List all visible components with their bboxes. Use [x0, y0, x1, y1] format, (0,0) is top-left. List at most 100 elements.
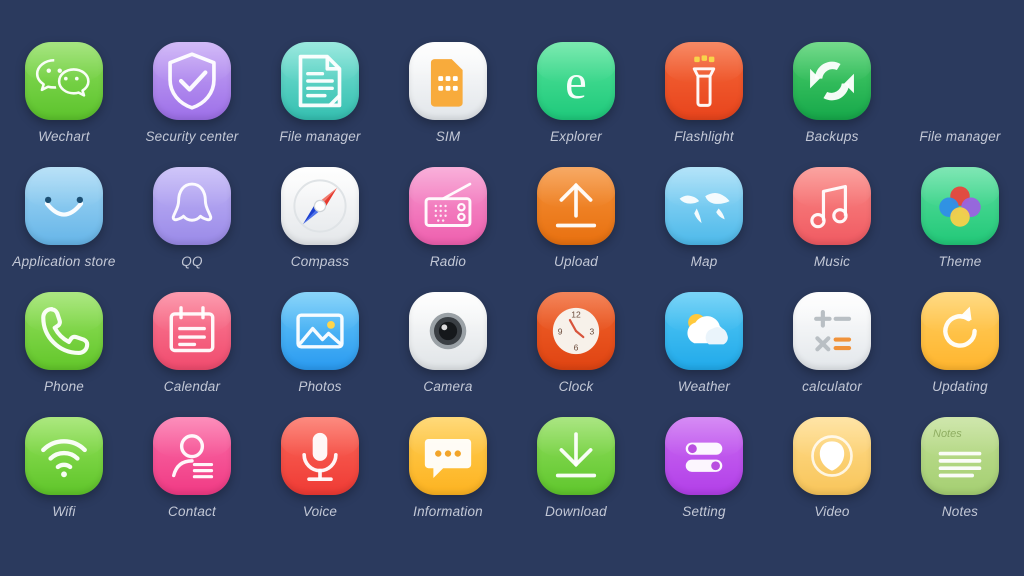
app-icon-wechat-icon[interactable]: [25, 42, 103, 120]
app-tile-video[interactable]: Video: [768, 417, 896, 542]
app-label: Notes: [941, 504, 979, 519]
app-icon-analog-clock-icon[interactable]: 12 3 6 9: [537, 292, 615, 370]
app-tile-music[interactable]: Music: [768, 167, 896, 292]
app-label: Phone: [43, 379, 85, 394]
radio-icon: [409, 167, 487, 245]
analog-clock-icon: 12 3 6 9: [537, 292, 615, 370]
app-label: Compass: [290, 254, 350, 269]
app-label: Map: [690, 254, 718, 269]
app-tile-information[interactable]: Information: [384, 417, 512, 542]
wifi-icon: [25, 417, 103, 495]
app-tile-updating[interactable]: Updating: [896, 292, 1024, 417]
app-label: Setting: [682, 504, 726, 519]
app-label: Video: [814, 504, 850, 519]
app-tile-theme[interactable]: Theme: [896, 167, 1024, 292]
app-icon-shopping-bag-icon[interactable]: [25, 167, 103, 245]
app-label: Music: [813, 254, 851, 269]
svg-text:6: 6: [574, 343, 579, 353]
app-icon-compass-needle-icon[interactable]: [281, 167, 359, 245]
color-circles-icon: [921, 167, 999, 245]
home-screen: Wechart Security center File manager SIM…: [0, 0, 1024, 576]
app-icon-download-arrow-icon[interactable]: [537, 417, 615, 495]
camera-lens-icon: [409, 292, 487, 370]
app-icon-shield-check-icon[interactable]: [153, 42, 231, 120]
app-tile-sim[interactable]: SIM: [384, 42, 512, 167]
app-tile-upload[interactable]: Upload: [512, 167, 640, 292]
app-icon-wifi-icon[interactable]: [25, 417, 103, 495]
app-icon-photo-image-icon[interactable]: [281, 292, 359, 370]
svg-text:3: 3: [589, 327, 594, 337]
app-icon-toggles-icon[interactable]: [665, 417, 743, 495]
app-tile-application-store[interactable]: Application store: [0, 167, 128, 292]
app-label: QQ: [181, 254, 203, 269]
app-icon-radio-icon[interactable]: [409, 167, 487, 245]
app-icon-flashlight-icon[interactable]: [665, 42, 743, 120]
app-icon-contact-person-icon[interactable]: [153, 417, 231, 495]
app-tile-radio[interactable]: Radio: [384, 167, 512, 292]
app-label: Security center: [145, 129, 239, 144]
app-tile-notes[interactable]: Notes Notes: [896, 417, 1024, 542]
app-tile-flashlight[interactable]: Flashlight: [640, 42, 768, 167]
sun-cloud-icon: [665, 292, 743, 370]
app-icon-camera-lens-icon[interactable]: [409, 292, 487, 370]
app-icon-edge-e-icon[interactable]: e: [537, 42, 615, 120]
app-label: Updating: [932, 379, 988, 394]
app-tile-calendar[interactable]: Calendar: [128, 292, 256, 417]
app-icon-microphone-icon[interactable]: [281, 417, 359, 495]
app-icon-calendar-icon[interactable]: [153, 292, 231, 370]
app-tile-map[interactable]: Map: [640, 167, 768, 292]
app-icon-phone-handset-icon[interactable]: [25, 292, 103, 370]
refresh-arrow-icon: [921, 292, 999, 370]
app-label: Backups: [805, 129, 859, 144]
app-icon-play-shield-icon[interactable]: [793, 417, 871, 495]
compass-needle-icon: [281, 167, 359, 245]
app-label: Application store: [12, 254, 116, 269]
app-tile-wifi[interactable]: Wifi: [0, 417, 128, 542]
app-icon-penguin-icon[interactable]: [153, 167, 231, 245]
app-tile-photos[interactable]: Photos: [256, 292, 384, 417]
app-icon-sync-arrows-icon[interactable]: [793, 42, 871, 120]
app-tile-clock[interactable]: 12 3 6 9 Clock: [512, 292, 640, 417]
app-tile-phone[interactable]: Phone: [0, 292, 128, 417]
app-label: Upload: [554, 254, 598, 269]
app-tile-backups[interactable]: Backups: [768, 42, 896, 167]
app-tile-contact[interactable]: Contact: [128, 417, 256, 542]
app-icon-sun-cloud-icon[interactable]: [665, 292, 743, 370]
app-label: Weather: [677, 379, 731, 394]
app-label: Flashlight: [674, 129, 734, 144]
play-shield-icon: [793, 417, 871, 495]
app-label: Photos: [298, 379, 342, 394]
penguin-icon: [153, 167, 231, 245]
app-icon-music-note-icon[interactable]: [793, 167, 871, 245]
app-tile-compass[interactable]: Compass: [256, 167, 384, 292]
app-tile-setting[interactable]: Setting: [640, 417, 768, 542]
app-icon-sim-card-icon[interactable]: [409, 42, 487, 120]
app-label: SIM: [435, 129, 461, 144]
app-label: Calendar: [163, 379, 221, 394]
app-icon-calculator-icon[interactable]: [793, 292, 871, 370]
app-label: File manager: [919, 129, 1001, 144]
icon-inner-text: Notes: [933, 428, 962, 440]
app-tile-camera[interactable]: Camera: [384, 292, 512, 417]
app-icon-refresh-arrow-icon[interactable]: [921, 292, 999, 370]
app-icon-upload-arrow-icon[interactable]: [537, 167, 615, 245]
app-tile-security-center[interactable]: Security center: [128, 42, 256, 167]
app-tile-voice[interactable]: Voice: [256, 417, 384, 542]
app-label: Wechart: [38, 129, 90, 144]
wechat-icon: [25, 42, 103, 120]
app-icon-chat-bubble-icon[interactable]: [409, 417, 487, 495]
app-icon-document-icon[interactable]: [281, 42, 359, 120]
app-tile-wechart[interactable]: Wechart: [0, 42, 128, 167]
app-tile-download[interactable]: Download: [512, 417, 640, 542]
app-icon-color-circles-icon[interactable]: [921, 167, 999, 245]
app-tile-file-manager[interactable]: File manager: [256, 42, 384, 167]
app-label: Information: [413, 504, 483, 519]
app-tile-explorer[interactable]: e Explorer: [512, 42, 640, 167]
app-icon-world-map-icon[interactable]: [665, 167, 743, 245]
app-tile-calculator[interactable]: calculator: [768, 292, 896, 417]
app-label: Theme: [938, 254, 982, 269]
app-icon-notes-lines-icon[interactable]: Notes: [921, 417, 999, 495]
app-tile-weather[interactable]: Weather: [640, 292, 768, 417]
edge-e-icon: e: [537, 42, 615, 120]
app-tile-qq[interactable]: QQ: [128, 167, 256, 292]
